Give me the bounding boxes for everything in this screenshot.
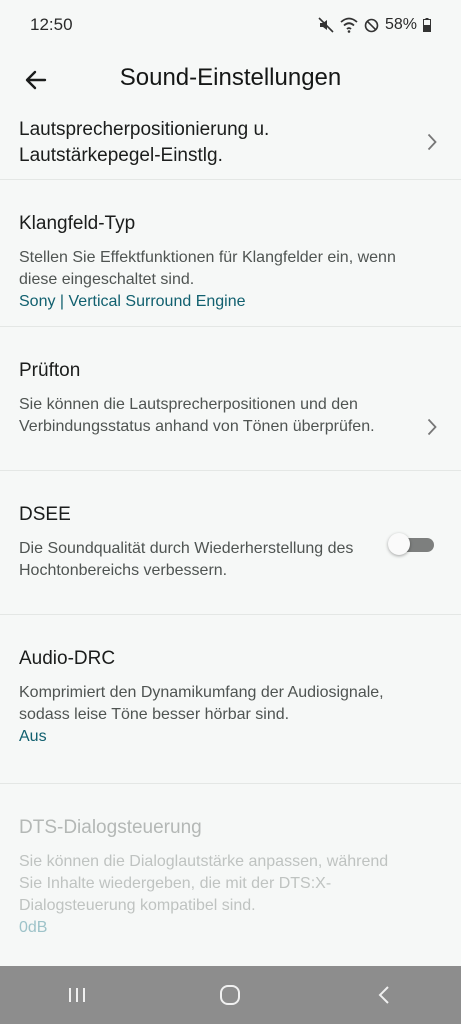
status-time: 12:50 (30, 15, 73, 34)
system-nav-bar (0, 966, 461, 1024)
setting-description: Stellen Sie Effektfunktionen für Klangfe… (19, 249, 396, 288)
setting-title: Klangfeld-Typ (19, 213, 136, 234)
wifi-icon (340, 17, 358, 33)
page-title: Sound-Einstellungen (119, 64, 342, 91)
setting-description: Sie können die Dialoglautstärke anpassen… (19, 853, 389, 914)
home-icon (220, 985, 241, 1005)
setting-description: Sie können die Lautsprecherpositionen un… (19, 396, 375, 435)
setting-dts-dialog-control: DTS-Dialogsteuerung Sie können die Dialo… (0, 784, 461, 954)
setting-speaker-positioning[interactable]: Lautsprecherpositionierung u. Lautstärke… (0, 110, 461, 180)
home-button[interactable] (200, 975, 260, 1015)
setting-title: DTS-Dialogsteuerung (19, 817, 202, 838)
setting-value: Sony | Vertical Surround Engine (19, 293, 246, 310)
toggle-knob (388, 533, 410, 555)
back-nav-button[interactable] (354, 975, 414, 1015)
chevron-left-icon (378, 986, 389, 1004)
chevron-right-icon (425, 417, 439, 437)
do-not-disturb-icon (364, 18, 379, 33)
setting-audio-drc[interactable]: Audio-DRC Komprimiert den Dynamikumfang … (0, 615, 461, 784)
battery-percent: 58% (384, 16, 417, 33)
setting-title: Audio-DRC (19, 648, 116, 669)
setting-value: 0dB (19, 919, 48, 936)
setting-description: Komprimiert den Dynamikumfang der Audios… (19, 684, 384, 723)
setting-description: Die Soundqualität durch Wiederherstellun… (19, 540, 354, 579)
recent-apps-icon (68, 988, 85, 1002)
setting-title: Lautsprecherpositionierung u. Lautstärke… (19, 119, 270, 166)
mute-icon (318, 17, 334, 33)
status-bar: 12:50 58% (0, 0, 461, 50)
setting-dsee[interactable]: DSEE Die Soundqualität durch Wiederherst… (0, 471, 461, 615)
setting-test-tone[interactable]: Prüfton Sie können die Lautsprecherposit… (0, 327, 461, 471)
dsee-toggle[interactable] (388, 532, 434, 556)
setting-title: DSEE (19, 504, 71, 525)
chevron-right-icon (425, 132, 439, 152)
setting-value: Aus (19, 728, 47, 745)
setting-sound-field-type[interactable]: Klangfeld-Typ Stellen Sie Effektfunktion… (0, 180, 461, 327)
status-icons: 58% (318, 16, 431, 34)
settings-list: Lautsprecherpositionierung u. Lautstärke… (0, 110, 461, 954)
battery-icon (423, 18, 431, 32)
recent-apps-button[interactable] (47, 975, 107, 1015)
app-bar: Sound-Einstellungen (0, 50, 461, 110)
setting-title: Prüfton (19, 360, 81, 381)
